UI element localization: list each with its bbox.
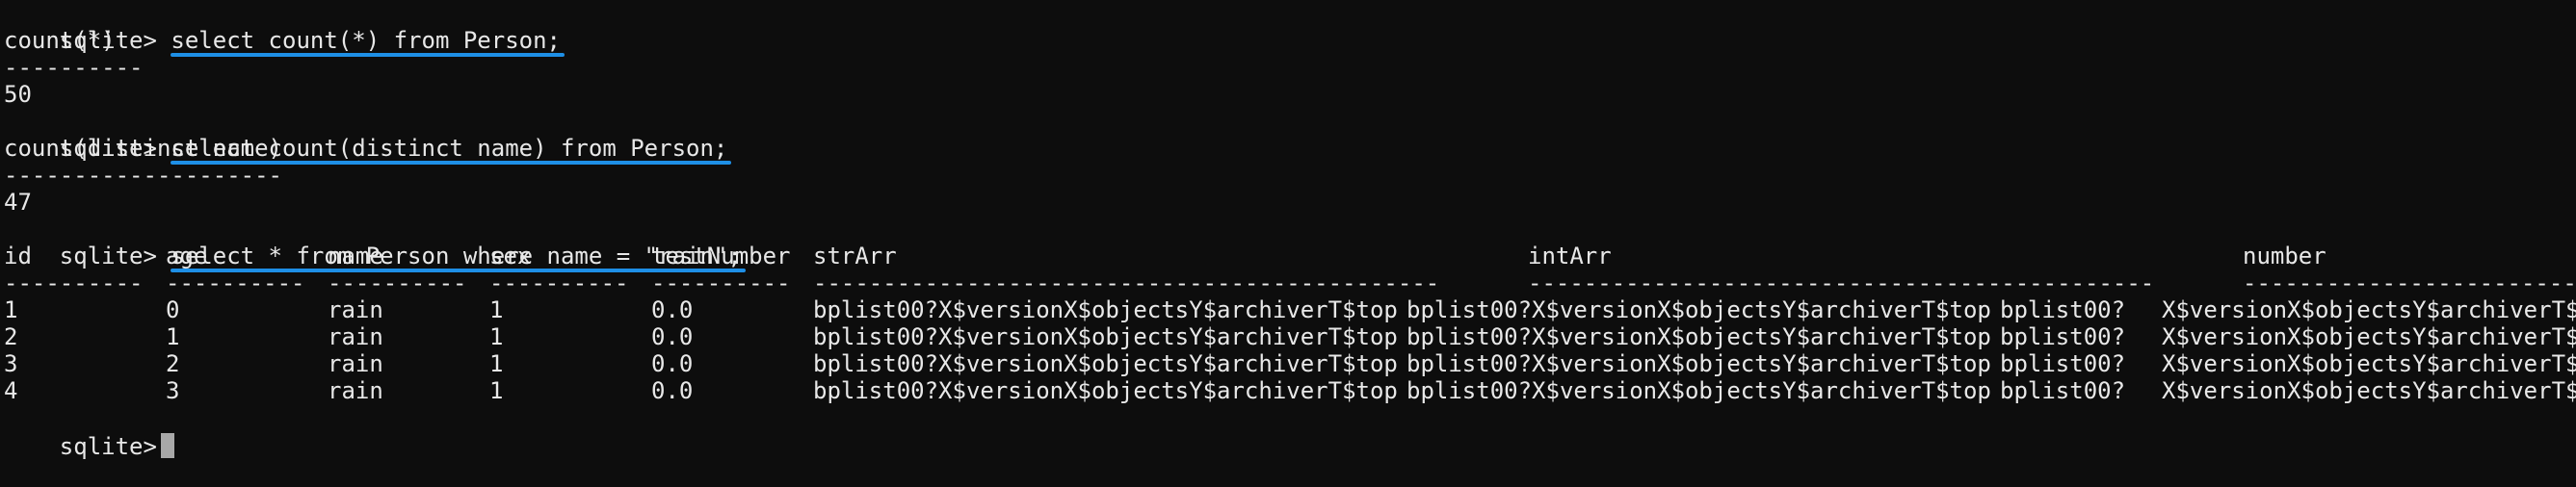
column-separator: ---------- [489,269,629,296]
column-header-number: number [2243,243,2326,269]
input-line[interactable]: sqlite> [4,406,174,460]
cell-name: rain [328,323,383,350]
cell-testnumber: 0.0 [651,350,694,377]
terminal-window[interactable]: sqlite> select count(*) from Person; cou… [0,0,2576,460]
cell-intarr: bplist00?X$versionX$objectsY$archiverT$t… [1406,350,1991,377]
result-value: 47 [4,189,32,216]
column-separator: ------------------------- [2243,269,2576,296]
result-separator: ---------- [4,54,144,81]
column-header-id: id [4,243,32,269]
cell-age: 1 [166,323,180,350]
result-value: 50 [4,81,32,108]
column-separator: ---------- [651,269,791,296]
column-header-strarr: strArr [813,243,897,269]
cell-testnumber: 0.0 [651,323,694,350]
column-separator: ---------- [328,269,467,296]
cell-number: bplist00? [2000,377,2126,404]
cell-intarr: bplist00?X$versionX$objectsY$archiverT$t… [1406,323,1991,350]
result-header: count(*) [4,27,116,54]
cell-number-overflow: X$versionX$objectsY$archiverT$t [2162,323,2576,350]
cell-age: 2 [166,350,180,377]
cell-name: rain [328,377,383,404]
prompt-line: sqlite> select count(*) from Person; [4,0,565,57]
column-header-sex: sex [489,243,532,269]
cell-number-overflow: X$versionX$objectsY$archiverT$t [2162,350,2576,377]
prompt-line: sqlite> select count(distinct name) from… [4,108,732,165]
column-header-testnumber: testNumber [651,243,791,269]
column-separator: ----------------------------------------… [1528,269,2155,296]
cell-intarr: bplist00?X$versionX$objectsY$archiverT$t… [1406,377,1991,404]
text-cursor[interactable] [160,433,174,458]
cell-strarr: bplist00?X$versionX$objectsY$archiverT$t… [813,350,1398,377]
cell-number: bplist00? [2000,323,2126,350]
cell-id: 2 [4,323,18,350]
cell-strarr: bplist00?X$versionX$objectsY$archiverT$t… [813,377,1398,404]
cell-sex: 1 [489,350,504,377]
cell-strarr: bplist00?X$versionX$objectsY$archiverT$t… [813,323,1398,350]
column-header-intarr: intArr [1528,243,1612,269]
prompt-line: sqlite> select * from Person where name … [4,216,746,272]
column-separator: ---------- [4,269,144,296]
cell-testnumber: 0.0 [651,296,694,323]
prompt: sqlite> [59,433,157,460]
result-header: count(distinct name) [4,135,282,162]
column-separator: ---------- [166,269,305,296]
cell-intarr: bplist00?X$versionX$objectsY$archiverT$t… [1406,296,1991,323]
cell-age: 0 [166,296,180,323]
cell-sex: 1 [489,323,504,350]
column-header-age: age [166,243,208,269]
cell-number: bplist00? [2000,296,2126,323]
cell-age: 3 [166,377,180,404]
cell-number-overflow: X$versionX$objectsY$archiverT$t [2162,377,2576,404]
result-separator: -------------------- [4,162,282,189]
column-header-name: name [328,243,383,269]
cell-number: bplist00? [2000,350,2126,377]
cell-name: rain [328,350,383,377]
cell-sex: 1 [489,296,504,323]
cell-name: rain [328,296,383,323]
cell-strarr: bplist00?X$versionX$objectsY$archiverT$t… [813,296,1398,323]
cell-id: 1 [4,296,18,323]
column-separator: ----------------------------------------… [813,269,1440,296]
cell-id: 4 [4,377,18,404]
cell-sex: 1 [489,377,504,404]
highlight-underline [171,53,565,57]
cell-id: 3 [4,350,18,377]
command-text: select count(*) from Person; [171,27,565,57]
cell-number-overflow: X$versionX$objectsY$archiverT$t [2162,296,2576,323]
prompt: sqlite> [59,243,157,269]
cell-testnumber: 0.0 [651,377,694,404]
